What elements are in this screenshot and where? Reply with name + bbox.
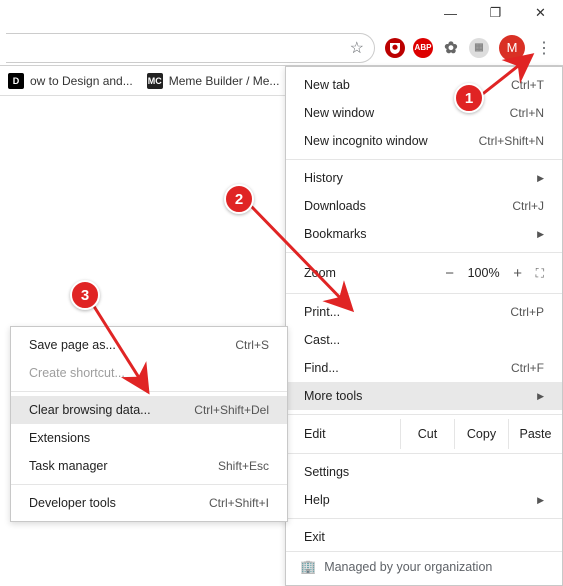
menu-separator (286, 252, 562, 253)
extensions-area: ABP ✿ ▦ (385, 38, 489, 58)
menu-label: Task manager (29, 459, 218, 473)
edit-copy-button[interactable]: Copy (454, 419, 508, 449)
toolbar: ☆ ABP ✿ ▦ M ⋮ (0, 30, 563, 66)
submenu-extensions[interactable]: Extensions (11, 424, 287, 452)
annotation-badge-3: 3 (70, 280, 100, 310)
menu-find[interactable]: Find... Ctrl+F (286, 354, 562, 382)
menu-zoom: Zoom − 100% + ⛶ (286, 257, 562, 289)
submenu-create-shortcut: Create shortcut... (11, 359, 287, 387)
menu-label: New incognito window (304, 134, 479, 148)
submenu-task-manager[interactable]: Task manager Shift+Esc (11, 452, 287, 480)
extension-icon-a[interactable]: ✿ (441, 38, 461, 58)
accelerator: Ctrl+Shift+I (209, 496, 269, 510)
extension-icon-b[interactable]: ▦ (469, 38, 489, 58)
menu-label: Find... (304, 361, 511, 375)
bookmark-label: ow to Design and... (30, 74, 133, 88)
menu-label: Settings (304, 465, 544, 479)
favicon: MC (147, 73, 163, 89)
menu-separator (286, 293, 562, 294)
chrome-menu-button[interactable]: ⋮ (531, 35, 557, 61)
window-close-button[interactable]: ✕ (518, 0, 563, 26)
submenu-arrow-icon: ▶ (537, 229, 544, 240)
profile-avatar[interactable]: M (499, 35, 525, 61)
omnibox[interactable]: ☆ (6, 33, 375, 63)
bookmark-label: Meme Builder / Me... (169, 74, 280, 88)
accelerator: Ctrl+J (512, 199, 544, 213)
window-controls: — ❐ ✕ (428, 0, 563, 26)
menu-label: Extensions (29, 431, 269, 445)
menu-help[interactable]: Help ▶ (286, 486, 562, 514)
menu-label: More tools (304, 389, 531, 403)
menu-label: Edit (304, 427, 400, 441)
building-icon: 🏢 (300, 559, 316, 575)
bookmark-star-icon[interactable]: ☆ (350, 38, 364, 58)
accelerator: Ctrl+S (235, 338, 269, 352)
menu-downloads[interactable]: Downloads Ctrl+J (286, 192, 562, 220)
zoom-in-button[interactable]: + (506, 265, 530, 282)
menu-label: Clear browsing data... (29, 403, 194, 417)
abp-icon[interactable]: ABP (413, 38, 433, 58)
menu-separator (286, 518, 562, 519)
menu-bookmarks[interactable]: Bookmarks ▶ (286, 220, 562, 248)
menu-label: Bookmarks (304, 227, 531, 241)
menu-history[interactable]: History ▶ (286, 164, 562, 192)
window-maximize-button[interactable]: ❐ (473, 0, 518, 26)
menu-managed[interactable]: 🏢 Managed by your organization (286, 551, 562, 581)
zoom-level: 100% (462, 266, 506, 280)
menu-label: Downloads (304, 199, 512, 213)
menu-label: Developer tools (29, 496, 209, 510)
accelerator: Ctrl+N (510, 106, 544, 120)
bookmark-item[interactable]: MC Meme Builder / Me... (147, 73, 280, 89)
edit-cut-button[interactable]: Cut (400, 419, 454, 449)
submenu-clear-browsing-data[interactable]: Clear browsing data... Ctrl+Shift+Del (11, 396, 287, 424)
menu-cast[interactable]: Cast... (286, 326, 562, 354)
menu-label: Cast... (304, 333, 544, 347)
menu-label: Managed by your organization (324, 560, 492, 574)
menu-separator (286, 414, 562, 415)
bookmark-item[interactable]: D ow to Design and... (8, 73, 133, 89)
accelerator: Ctrl+Shift+Del (194, 403, 269, 417)
accelerator: Shift+Esc (218, 459, 269, 473)
menu-label: Print... (304, 305, 510, 319)
menu-separator (11, 484, 287, 485)
menu-label: Save page as... (29, 338, 235, 352)
submenu-arrow-icon: ▶ (537, 391, 544, 402)
favicon: D (8, 73, 24, 89)
edit-paste-button[interactable]: Paste (508, 419, 562, 449)
accelerator: Ctrl+F (511, 361, 544, 375)
menu-edit: Edit Cut Copy Paste (286, 419, 562, 449)
menu-print[interactable]: Print... Ctrl+P (286, 298, 562, 326)
menu-exit[interactable]: Exit (286, 523, 562, 551)
more-tools-submenu: Save page as... Ctrl+S Create shortcut..… (10, 326, 288, 522)
menu-more-tools[interactable]: More tools ▶ (286, 382, 562, 410)
ublock-icon[interactable] (385, 38, 405, 58)
menu-label: Help (304, 493, 531, 507)
menu-separator (286, 159, 562, 160)
menu-label: Zoom (304, 266, 438, 280)
accelerator: Ctrl+Shift+N (479, 134, 544, 148)
menu-new-tab[interactable]: New tab Ctrl+T (286, 71, 562, 99)
submenu-arrow-icon: ▶ (537, 173, 544, 184)
menu-label: Exit (304, 530, 544, 544)
menu-new-window[interactable]: New window Ctrl+N (286, 99, 562, 127)
fullscreen-button[interactable]: ⛶ (536, 266, 544, 281)
chrome-main-menu: New tab Ctrl+T New window Ctrl+N New inc… (285, 66, 563, 586)
accelerator: Ctrl+P (510, 305, 544, 319)
annotation-badge-1: 1 (454, 83, 484, 113)
annotation-badge-2: 2 (224, 184, 254, 214)
menu-separator (286, 453, 562, 454)
submenu-arrow-icon: ▶ (537, 495, 544, 506)
menu-separator (11, 391, 287, 392)
zoom-out-button[interactable]: − (438, 265, 462, 282)
window-minimize-button[interactable]: — (428, 0, 473, 26)
menu-label: History (304, 171, 531, 185)
submenu-save-page[interactable]: Save page as... Ctrl+S (11, 331, 287, 359)
menu-settings[interactable]: Settings (286, 458, 562, 486)
menu-incognito[interactable]: New incognito window Ctrl+Shift+N (286, 127, 562, 155)
accelerator: Ctrl+T (511, 78, 544, 92)
submenu-developer-tools[interactable]: Developer tools Ctrl+Shift+I (11, 489, 287, 517)
menu-label: Create shortcut... (29, 366, 269, 380)
